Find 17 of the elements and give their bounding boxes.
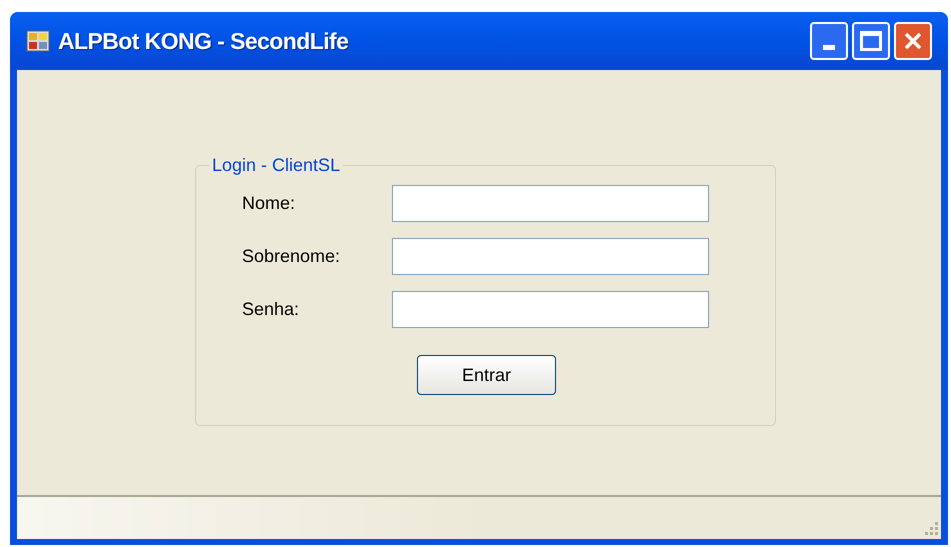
close-button[interactable]: [894, 22, 932, 60]
maximize-button[interactable]: [852, 22, 890, 60]
resize-grip-icon: [924, 522, 938, 536]
field-label: Senha:: [242, 298, 300, 321]
input-field[interactable]: [392, 291, 709, 328]
maximize-icon: [860, 31, 882, 51]
field-label: Nome:: [242, 192, 296, 215]
minimize-icon: [823, 45, 835, 50]
input-field[interactable]: [392, 238, 709, 275]
app-icon: [26, 30, 50, 52]
group-title: Login - ClientSL: [211, 154, 342, 177]
field-label: Sobrenome:: [242, 245, 342, 268]
window-title: ALPBot KONG - SecondLife: [58, 26, 348, 56]
minimize-button[interactable]: [810, 22, 848, 60]
close-icon: [903, 31, 923, 51]
input-field[interactable]: [392, 185, 709, 222]
enter-button[interactable]: Entrar: [417, 355, 556, 395]
